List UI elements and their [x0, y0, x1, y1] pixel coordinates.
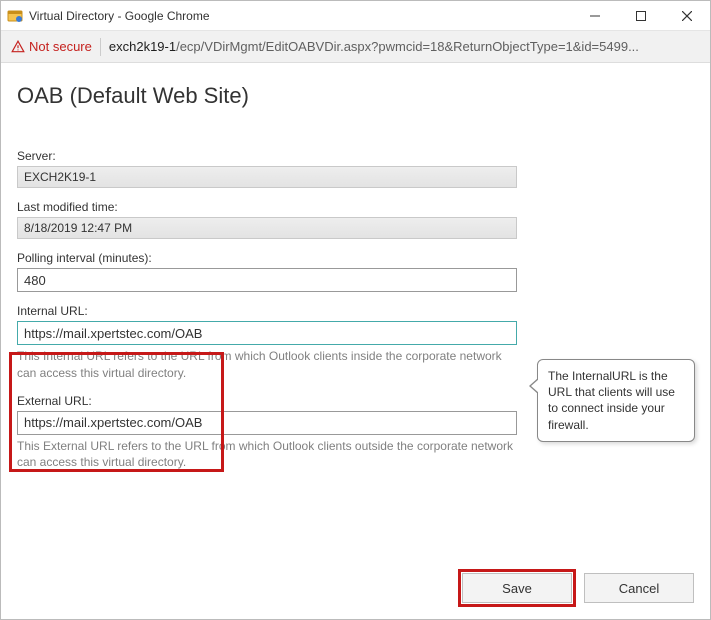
server-field: Server: EXCH2K19-1 [17, 149, 694, 188]
addressbar-divider [100, 38, 101, 56]
close-button[interactable] [664, 1, 710, 30]
polling-input[interactable] [17, 268, 517, 292]
tooltip-text: The InternalURL is the URL that clients … [548, 369, 675, 432]
polling-label: Polling interval (minutes): [17, 251, 694, 265]
warning-icon [11, 40, 25, 54]
page-title: OAB (Default Web Site) [17, 83, 694, 109]
modified-field: Last modified time: 8/18/2019 12:47 PM [17, 200, 694, 239]
url-host: exch2k19-1 [109, 39, 176, 54]
internal-url-input[interactable] [17, 321, 517, 345]
address-bar: Not secure exch2k19-1/ecp/VDirMgmt/EditO… [1, 31, 710, 63]
internal-url-label: Internal URL: [17, 304, 694, 318]
polling-field: Polling interval (minutes): [17, 251, 694, 292]
window-titlebar: Virtual Directory - Google Chrome [1, 1, 710, 31]
modified-value: 8/18/2019 12:47 PM [17, 217, 517, 239]
url-text[interactable]: exch2k19-1/ecp/VDirMgmt/EditOABVDir.aspx… [109, 39, 639, 54]
not-secure-indicator[interactable]: Not secure [11, 39, 92, 54]
minimize-button[interactable] [572, 1, 618, 30]
not-secure-label: Not secure [29, 39, 92, 54]
window-controls [572, 1, 710, 30]
app-icon [7, 8, 23, 24]
server-value: EXCH2K19-1 [17, 166, 517, 188]
server-label: Server: [17, 149, 694, 163]
modified-label: Last modified time: [17, 200, 694, 214]
cancel-button[interactable]: Cancel [584, 573, 694, 603]
url-path: /ecp/VDirMgmt/EditOABVDir.aspx?pwmcid=18… [176, 39, 639, 54]
maximize-button[interactable] [618, 1, 664, 30]
content-area: OAB (Default Web Site) Server: EXCH2K19-… [1, 63, 710, 471]
window-title: Virtual Directory - Google Chrome [29, 9, 572, 23]
highlight-annotation [9, 352, 224, 472]
button-row: Save Cancel [462, 573, 694, 603]
save-button[interactable]: Save [462, 573, 572, 603]
tooltip-callout: The InternalURL is the URL that clients … [537, 359, 695, 442]
